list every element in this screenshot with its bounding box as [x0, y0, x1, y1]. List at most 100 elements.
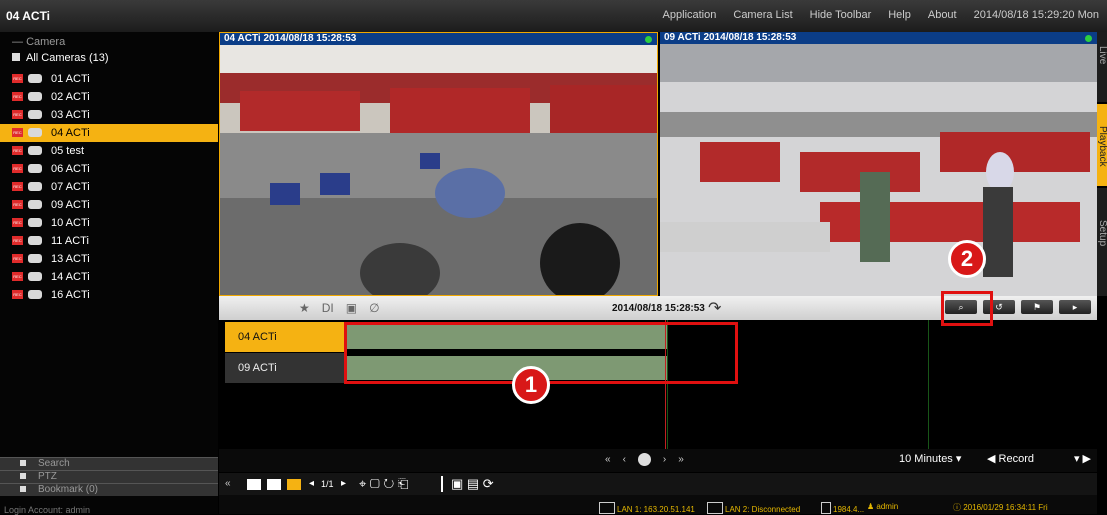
camera-icon	[28, 74, 42, 83]
menu-about[interactable]: About	[928, 9, 957, 21]
motion-event-icon[interactable]: ★	[299, 301, 310, 315]
prev-page-icon[interactable]: ◂	[309, 478, 314, 489]
panel-bookmark[interactable]: Bookmark (0)	[0, 483, 218, 496]
rec-icon: REC	[12, 92, 23, 101]
interval-select[interactable]: 10 Minutes ▾	[899, 452, 977, 468]
camera-item[interactable]: REC 03 ACTi	[0, 106, 218, 124]
camera-item[interactable]: REC 09 ACTi	[0, 196, 218, 214]
fast-rewind-icon[interactable]: «	[605, 454, 611, 465]
camera-item[interactable]: REC 06 ACTi	[0, 160, 218, 178]
view-tools-icons[interactable]: ⌖ ▢ ↻ ⎗	[359, 476, 408, 492]
collapse-icon[interactable]: «	[225, 478, 231, 489]
rec-icon: REC	[12, 290, 23, 299]
video-tile-1[interactable]: 04 ACTi 2014/08/18 15:28:53	[219, 32, 658, 296]
camera-item[interactable]: REC 04 ACTi	[0, 124, 218, 142]
panel-search-label: Search	[38, 458, 70, 469]
prev-mode-icon[interactable]: ◀	[987, 453, 995, 465]
menu-hide-toolbar[interactable]: Hide Toolbar	[810, 9, 872, 21]
alarm-event-icon[interactable]: ▣	[346, 301, 357, 315]
snapshot-tools-icons[interactable]: ▣ ▤ ⟳	[451, 476, 494, 492]
menu-application[interactable]: Application	[663, 9, 717, 21]
camera-section-header[interactable]: — Camera	[12, 36, 65, 48]
mode-value: Record	[998, 453, 1034, 465]
camera-label: 05 test	[51, 145, 85, 157]
camera-label: 10 ACTi	[51, 217, 90, 229]
pause-icon[interactable]	[637, 453, 651, 466]
rec-icon: REC	[12, 110, 23, 119]
storage-text: 1984.4...	[833, 505, 865, 514]
step-back-icon[interactable]: ‹	[623, 454, 626, 465]
status-dot-icon	[645, 36, 652, 43]
tab-live[interactable]: Live	[1097, 32, 1107, 102]
panel-icon	[20, 486, 26, 492]
panel-icon	[20, 460, 26, 466]
camera-item[interactable]: REC 10 ACTi	[0, 214, 218, 232]
camera-icon	[28, 92, 42, 101]
video-title: 04 ACTi 2014/08/18 15:28:53	[224, 33, 357, 44]
camera-label: 01 ACTi	[51, 73, 90, 85]
step-forward-icon[interactable]: ›	[663, 454, 666, 465]
layout-1x2-icon[interactable]	[267, 479, 281, 490]
play-forward-button[interactable]: ▸	[1059, 300, 1091, 314]
rec-icon: REC	[12, 200, 23, 209]
camera-item[interactable]: REC 05 test	[0, 142, 218, 160]
chevron-down-icon: ▾	[955, 453, 962, 465]
layout-1x1-icon[interactable]	[247, 479, 261, 490]
camera-item[interactable]: REC 16 ACTi	[0, 286, 218, 304]
tab-playback-label: Playback	[1097, 126, 1107, 167]
camera-icon	[28, 146, 42, 155]
layout-2x2-icon[interactable]	[287, 479, 301, 490]
mode-select[interactable]: ◀ Record ▾ ▶	[987, 452, 1091, 468]
camera-item[interactable]: REC 13 ACTi	[0, 250, 218, 268]
menu-camera-list[interactable]: Camera List	[733, 9, 792, 21]
all-cameras-node[interactable]: All Cameras (13)	[12, 52, 109, 64]
fast-forward-icon[interactable]: »	[678, 454, 684, 465]
bookmark-button[interactable]: ⚑	[1021, 300, 1053, 314]
bookmark-icon: ⚑	[1032, 302, 1042, 312]
user-text: admin	[876, 502, 899, 511]
camera-item[interactable]: REC 02 ACTi	[0, 88, 218, 106]
di-event-icon[interactable]: DI	[322, 301, 334, 315]
monitor-icon	[707, 502, 723, 514]
camera-item[interactable]: REC 01 ACTi	[0, 70, 218, 88]
camera-icon	[28, 200, 42, 209]
annotation-badge-1: 1	[512, 366, 550, 404]
camera-label: 16 ACTi	[51, 289, 90, 301]
video-title-bar: 04 ACTi 2014/08/18 15:28:53	[220, 33, 657, 45]
camera-label: 07 ACTi	[51, 181, 90, 193]
info-icon: ⓘ	[953, 503, 961, 512]
rec-icon: REC	[12, 182, 23, 191]
track-label[interactable]: 09 ACTi	[225, 353, 345, 383]
track-label[interactable]: 04 ACTi	[225, 322, 345, 352]
video-tile-2[interactable]: 09 ACTi 2014/08/18 15:28:53	[660, 32, 1097, 296]
tab-setup[interactable]: Setup	[1097, 188, 1107, 296]
panel-ptz[interactable]: PTZ	[0, 470, 218, 483]
export-icon: ↺	[995, 302, 1003, 312]
main-menu: Application Camera List Hide Toolbar Hel…	[663, 9, 1099, 21]
clock: 2014/08/18 15:29:20 Mon	[973, 9, 1099, 21]
monitor-icon	[599, 502, 615, 514]
camera-list: REC 01 ACTi REC 02 ACTi REC 03 ACTi REC 04 ACTi…	[0, 70, 218, 304]
camera-label: 11 ACTi	[51, 235, 89, 247]
camera-item[interactable]: REC 07 ACTi	[0, 178, 218, 196]
camera-item[interactable]: REC 11 ACTi	[0, 232, 218, 250]
video-loss-event-icon[interactable]: ∅	[369, 301, 379, 315]
rec-icon: REC	[12, 236, 23, 245]
camera-label: 09 ACTi	[51, 199, 90, 211]
next-page-icon[interactable]: ▸	[341, 478, 346, 489]
sidebar-panels: Search PTZ Bookmark (0)	[0, 457, 218, 496]
camera-icon	[28, 218, 42, 227]
panel-search[interactable]: Search	[0, 457, 218, 470]
office-scene-image	[220, 33, 657, 295]
rec-icon: REC	[12, 272, 23, 281]
playback-controls: « ‹ › » 10 Minutes ▾ ◀ Record ▾ ▶	[219, 449, 1097, 472]
camera-icon	[28, 272, 42, 281]
annotation-badge-2: 2	[948, 240, 986, 278]
divider	[441, 476, 443, 492]
status-dot-icon	[1085, 35, 1092, 42]
camera-item[interactable]: REC 14 ACTi	[0, 268, 218, 286]
rotate-icon[interactable]: ↷	[708, 298, 721, 318]
menu-help[interactable]: Help	[888, 9, 911, 21]
tab-playback[interactable]: Playback	[1097, 104, 1107, 186]
storage-status: 1984.4...	[821, 502, 864, 514]
